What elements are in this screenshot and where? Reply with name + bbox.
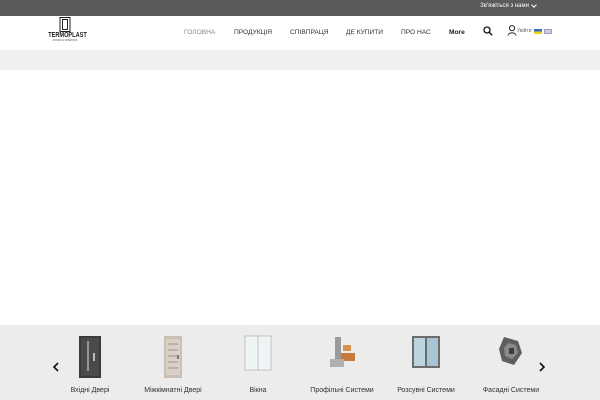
nav-item-about[interactable]: ПРО НАС [401, 29, 431, 36]
product-label: Фасадні Системи [482, 387, 540, 394]
nav-item-where-to-buy[interactable]: ДЕ КУПИТИ [346, 29, 383, 36]
login-label[interactable]: Увійти [517, 28, 532, 34]
flag-en-icon[interactable] [544, 29, 552, 34]
top-bar: Зв'яжіться з нами [0, 0, 600, 16]
product-profile-systems[interactable]: Профільні Системи [300, 335, 384, 394]
contact-label: Зв'яжіться з нами [480, 3, 529, 9]
product-interior-doors[interactable]: Міжкімнатні Двері [131, 335, 215, 394]
product-entrance-doors[interactable]: Вхідні Двері [48, 335, 132, 394]
product-windows[interactable]: Вікна [216, 335, 300, 394]
door-logo-icon [59, 17, 71, 32]
product-carousel: Вхідні Двері Міжкімнатні Двері Вікна Про… [0, 325, 600, 400]
flag-ua-icon[interactable] [534, 29, 542, 34]
hero-strip [0, 50, 600, 70]
product-label: Розсувні Системи [397, 387, 455, 394]
nav-item-cooperation[interactable]: СПІВПРАЦЯ [290, 29, 328, 36]
facade-system-icon [499, 337, 522, 365]
window-icon [244, 335, 272, 371]
logo[interactable]: TERMOPLAST DOORS & WINDOWS [44, 17, 87, 49]
logo-brand: TERMOPLAST [48, 32, 87, 39]
carousel-next-icon[interactable] [537, 362, 547, 372]
nav-item-products[interactable]: ПРОДУКЦІЯ [234, 29, 272, 36]
search-icon[interactable] [483, 26, 493, 36]
interior-door-icon [164, 336, 182, 378]
sliding-system-icon [412, 336, 440, 368]
nav-item-home[interactable]: ГОЛОВНА [184, 29, 215, 36]
product-label: Вхідні Двері [70, 387, 110, 394]
user-icon[interactable] [507, 25, 517, 36]
product-label: Вікна [249, 387, 267, 394]
logo-tagline: DOORS & WINDOWS [52, 39, 78, 42]
nav-item-more[interactable]: More [449, 29, 465, 36]
chevron-down-icon [531, 2, 537, 8]
product-label: Міжкімнатні Двері [144, 387, 202, 394]
contact-dropdown[interactable]: Зв'яжіться з нами [480, 2, 537, 9]
product-label: Профільні Системи [310, 387, 374, 394]
entrance-door-icon [79, 336, 101, 378]
profile-system-icon [330, 337, 355, 367]
product-sliding-systems[interactable]: Розсувні Системи [384, 335, 468, 394]
